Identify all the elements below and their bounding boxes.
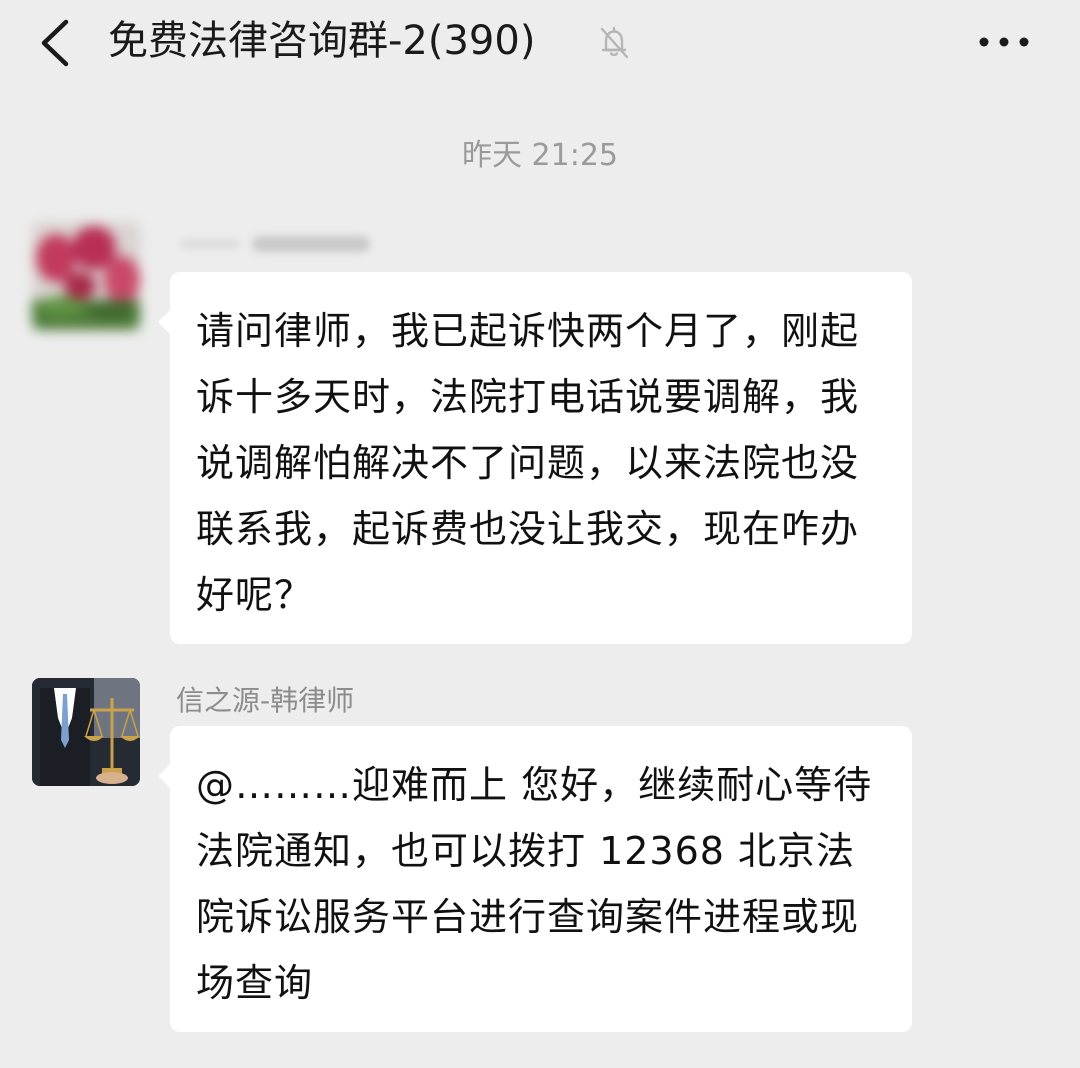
message-timestamp: 昨天 21:25 <box>462 138 618 173</box>
flower-avatar-image <box>32 222 140 330</box>
more-options-button[interactable] <box>974 28 1034 56</box>
bell-off-icon <box>600 26 629 59</box>
chat-header: 免费法律咨询群-2(390) <box>0 0 1080 86</box>
chat-title: 免费法律咨询群-2(390) <box>108 18 536 64</box>
sender-name: 信之源-韩律师 <box>176 684 355 717</box>
lawyer-avatar[interactable] <box>32 678 140 786</box>
scales-of-justice-avatar-image <box>32 678 140 786</box>
back-button[interactable] <box>30 16 80 70</box>
message-bubble[interactable]: @………迎难而上 您好，继续耐心等待法院通知，也可以拨打 12368 北京法院诉… <box>158 726 912 1032</box>
chevron-left-icon <box>41 19 69 67</box>
user-avatar[interactable] <box>32 222 140 330</box>
ellipsis-icon <box>979 37 1029 47</box>
message-bubble[interactable]: 请问律师，我已起诉快两个月了，刚起诉十多天时，法院打电话说要调解，我说调解怕解决… <box>158 272 912 644</box>
sender-name-redacted <box>176 230 376 260</box>
